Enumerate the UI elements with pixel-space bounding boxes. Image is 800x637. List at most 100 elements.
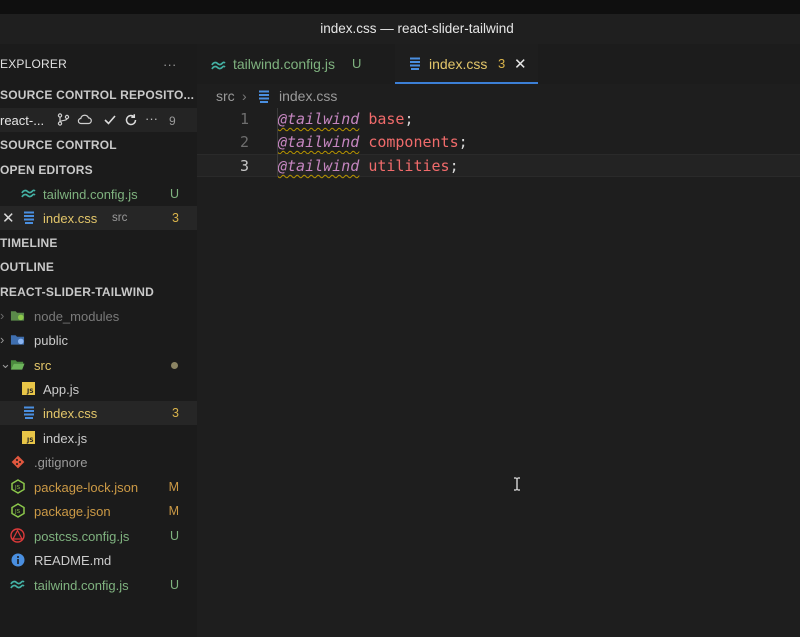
- sync-cloud-icon[interactable]: [77, 112, 92, 127]
- tree-item-label: src: [34, 358, 52, 373]
- section-open-editors[interactable]: OPEN EDITORS: [0, 158, 197, 182]
- problems-badge: 3: [172, 211, 179, 225]
- tree-item-package-lock-json[interactable]: JS package-lock.json M: [0, 475, 197, 499]
- close-icon[interactable]: ✕: [514, 55, 527, 73]
- tree-item-label: index.js: [43, 431, 88, 446]
- code-line-current[interactable]: 3 @tailwind utilities;: [197, 154, 800, 177]
- postcss-icon: [10, 528, 25, 543]
- tree-item-package-json[interactable]: JS package.json M: [0, 499, 197, 523]
- svg-text:JS: JS: [14, 485, 21, 491]
- tree-item-label: package.json: [34, 504, 111, 519]
- breadcrumb-file[interactable]: index.css: [279, 88, 337, 104]
- repo-name: react-...: [0, 113, 45, 128]
- tree-item-label: README.md: [34, 553, 112, 568]
- more-actions-icon[interactable]: ···: [163, 57, 177, 72]
- untracked-badge: U: [169, 529, 179, 543]
- tree-item-gitignore[interactable]: .gitignore: [0, 450, 197, 474]
- top-strip: [0, 0, 800, 14]
- tree-item-label: postcss.config.js: [34, 529, 130, 544]
- code-text: @tailwind utilities;: [278, 157, 459, 175]
- tailwind-icon: [21, 186, 36, 201]
- text-cursor-icon: [513, 477, 521, 491]
- open-editor-label: tailwind.config.js: [43, 187, 138, 202]
- tree-item-postcss-config[interactable]: postcss.config.js U: [0, 524, 197, 548]
- repo-row[interactable]: react-... ··· 9: [0, 108, 197, 132]
- line-number: 1: [239, 110, 249, 128]
- repo-more-icon[interactable]: ···: [145, 111, 158, 126]
- commit-check-icon[interactable]: [102, 112, 117, 127]
- refresh-icon[interactable]: [123, 112, 138, 127]
- tree-item-tailwind-config[interactable]: tailwind.config.js U: [0, 573, 197, 597]
- section-source-control-repositories[interactable]: SOURCE CONTROL REPOSITO...: [0, 83, 197, 107]
- open-editor-folder: src: [112, 212, 128, 224]
- section-outline[interactable]: OUTLINE: [0, 255, 197, 279]
- untracked-badge: U: [352, 56, 362, 71]
- css-icon: [21, 405, 36, 420]
- problems-badge: 3: [172, 406, 179, 420]
- tailwind-icon: [211, 58, 226, 73]
- tab-label: tailwind.config.js: [233, 56, 335, 72]
- folder-node-icon: [10, 308, 25, 323]
- modified-badge: M: [168, 504, 179, 518]
- tree-item-label: .gitignore: [34, 455, 88, 470]
- at-rule: @tailwind: [278, 157, 360, 175]
- repo-changes-count: 9: [169, 114, 176, 128]
- section-source-control[interactable]: SOURCE CONTROL: [0, 133, 197, 157]
- title-bar: index.css — react-slider-tailwind: [0, 14, 800, 44]
- tree-item-label: public: [34, 333, 68, 348]
- explorer-sidebar: EXPLORER ··· SOURCE CONTROL REPOSITO... …: [0, 44, 197, 637]
- code-text: @tailwind components;: [278, 133, 468, 151]
- chevron-right-icon: ›: [242, 88, 247, 104]
- svg-text:JS: JS: [26, 388, 34, 395]
- tab-index-css[interactable]: index.css 3 ✕: [395, 44, 538, 84]
- tree-item-label: App.js: [43, 382, 80, 397]
- tree-item-app-js[interactable]: JS App.js: [0, 377, 197, 401]
- section-timeline[interactable]: TIMELINE: [0, 231, 197, 255]
- tab-tailwind-config[interactable]: tailwind.config.js U: [197, 44, 385, 84]
- explorer-title: EXPLORER: [0, 57, 67, 71]
- tree-item-readme[interactable]: README.md: [0, 548, 197, 572]
- indent-guide: [277, 108, 278, 177]
- semicolon: ;: [458, 133, 468, 151]
- code-text: @tailwind base;: [278, 110, 413, 128]
- modified-badge: M: [168, 480, 179, 494]
- tree-item-label: package-lock.json: [34, 480, 139, 495]
- window-title: index.css — react-slider-tailwind: [320, 21, 514, 36]
- open-editor-index-css[interactable]: ✕ index.css src 3: [0, 206, 197, 230]
- at-rule: @tailwind: [278, 110, 360, 128]
- modified-dot: [171, 362, 178, 369]
- section-label: OPEN EDITORS: [0, 163, 93, 177]
- open-editor-label: index.css: [43, 211, 98, 226]
- breadcrumb-folder[interactable]: src: [216, 88, 235, 104]
- branch-icon[interactable]: [56, 112, 71, 127]
- tree-item-index-js[interactable]: JS index.js: [0, 426, 197, 450]
- css-icon: [256, 89, 271, 104]
- tree-item-src[interactable]: ⌄ src: [0, 353, 197, 377]
- tree-item-node-modules[interactable]: › node_modules: [0, 304, 197, 328]
- chevron-right-icon: ›: [0, 332, 5, 347]
- breadcrumb: src › index.css: [197, 84, 800, 108]
- git-icon: [10, 454, 25, 469]
- tree-item-label: node_modules: [34, 309, 120, 324]
- tree-item-public[interactable]: › public: [0, 328, 197, 352]
- open-editor-tailwind-config[interactable]: tailwind.config.js U: [0, 182, 197, 206]
- code-editor[interactable]: 1 @tailwind base; 2 @tailwind components…: [197, 108, 800, 637]
- section-label: TIMELINE: [0, 236, 58, 250]
- close-icon[interactable]: ✕: [2, 209, 15, 227]
- section-label: REACT-SLIDER-TAILWIND: [0, 285, 154, 299]
- folder-src-open-icon: [10, 357, 25, 372]
- at-rule-value: utilities: [368, 157, 450, 175]
- css-icon: [407, 56, 422, 71]
- section-project[interactable]: REACT-SLIDER-TAILWIND: [0, 280, 197, 304]
- tree-item-label: tailwind.config.js: [34, 578, 129, 593]
- section-label: SOURCE CONTROL REPOSITO...: [0, 88, 195, 102]
- semicolon: ;: [404, 110, 414, 128]
- editor-tabs: tailwind.config.js U index.css 3 ✕: [197, 44, 800, 84]
- section-label: OUTLINE: [0, 260, 55, 274]
- code-line[interactable]: 2 @tailwind components;: [197, 131, 800, 154]
- code-line[interactable]: 1 @tailwind base;: [197, 108, 800, 131]
- tree-item-index-css[interactable]: index.css 3: [0, 401, 197, 425]
- at-rule-value: components: [368, 133, 459, 151]
- svg-text:JS: JS: [14, 509, 21, 515]
- svg-text:JS: JS: [26, 437, 34, 444]
